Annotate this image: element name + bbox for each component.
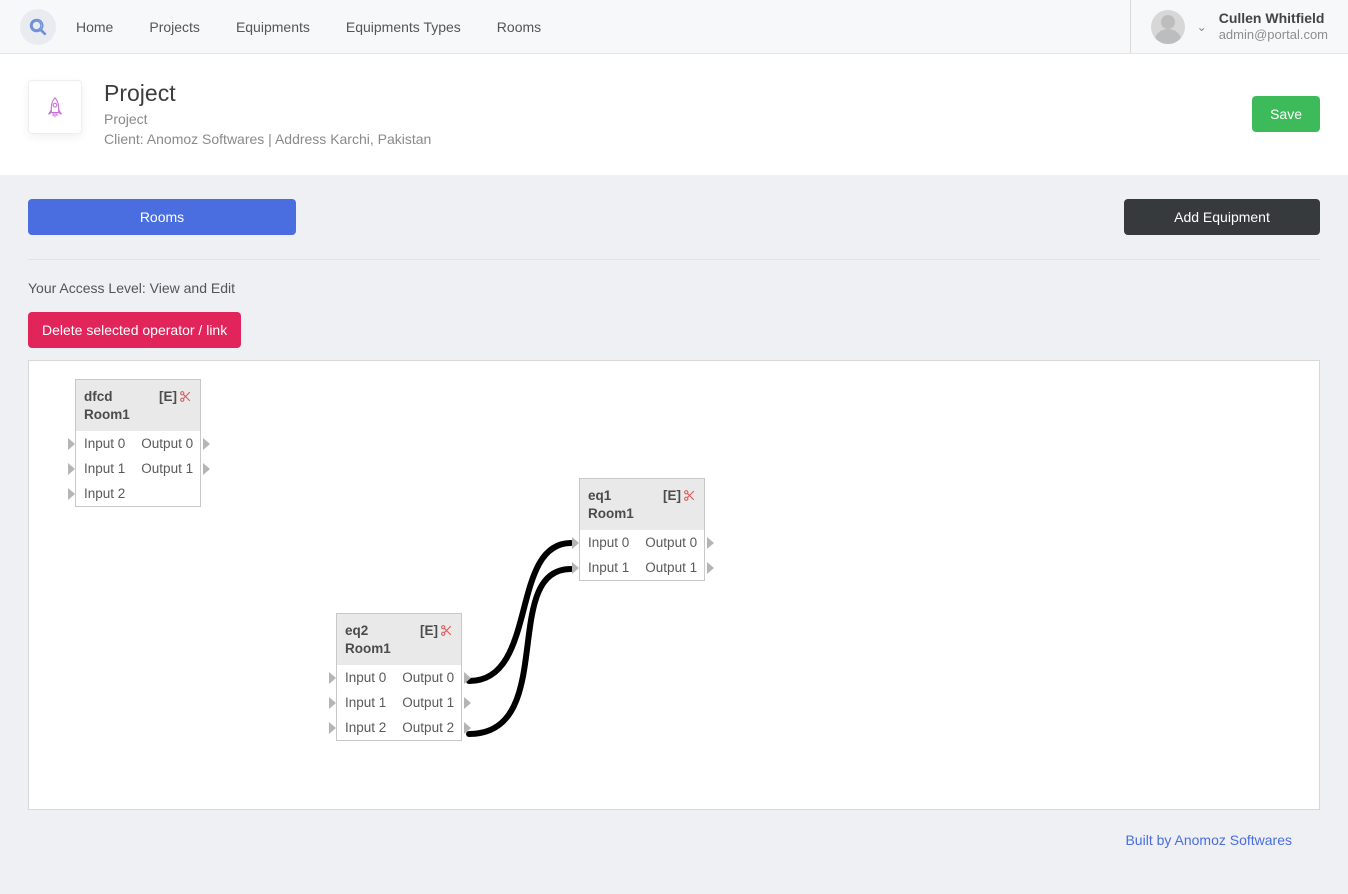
port-arrow-icon bbox=[572, 537, 579, 549]
port-arrow-icon bbox=[329, 697, 336, 709]
operator-body: Input 0Input 1Input 2Output 0Output 1Out… bbox=[337, 665, 461, 740]
input-port[interactable]: Input 0 bbox=[76, 431, 133, 456]
port-arrow-icon bbox=[464, 722, 471, 734]
output-port[interactable]: Output 1 bbox=[637, 555, 705, 580]
input-port[interactable]: Input 1 bbox=[337, 690, 394, 715]
input-port[interactable]: Input 1 bbox=[580, 555, 637, 580]
input-port[interactable]: Input 2 bbox=[76, 481, 133, 506]
rocket-icon bbox=[44, 93, 66, 121]
operator-room: Room1 bbox=[84, 406, 159, 424]
operator-header[interactable]: eq1 Room1[E] bbox=[580, 479, 704, 530]
operator-name: eq1 bbox=[588, 488, 611, 503]
footer-link[interactable]: Built by Anomoz Softwares bbox=[1125, 832, 1292, 848]
search-icon bbox=[29, 18, 47, 36]
body-area: Rooms Add Equipment Your Access Level: V… bbox=[0, 175, 1348, 894]
action-row: Rooms Add Equipment bbox=[28, 199, 1320, 235]
operator-header[interactable]: eq2 Room1[E] bbox=[337, 614, 461, 665]
port-arrow-icon bbox=[464, 672, 471, 684]
output-port[interactable]: Output 1 bbox=[133, 456, 201, 481]
user-text: Cullen Whitfield admin@portal.com bbox=[1219, 10, 1328, 42]
user-name: Cullen Whitfield bbox=[1219, 10, 1328, 27]
nav-link-equipments-types[interactable]: Equipments Types bbox=[346, 19, 461, 35]
page-client: Client: Anomoz Softwares | Address Karch… bbox=[104, 131, 431, 147]
input-port[interactable]: Input 1 bbox=[76, 456, 133, 481]
nav-user-area[interactable]: ⌄ Cullen Whitfield admin@portal.com bbox=[1130, 0, 1328, 53]
operator-header[interactable]: dfcd Room1[E] bbox=[76, 380, 200, 431]
port-arrow-icon bbox=[329, 672, 336, 684]
edit-link[interactable]: [E] bbox=[159, 388, 177, 406]
operator-name: eq2 bbox=[345, 623, 368, 638]
divider bbox=[28, 259, 1320, 260]
page-subtitle: Project bbox=[104, 111, 431, 127]
top-navigation: Home Projects Equipments Equipments Type… bbox=[0, 0, 1348, 54]
port-arrow-icon bbox=[572, 562, 579, 574]
port-arrow-icon bbox=[707, 537, 714, 549]
page-title: Project bbox=[104, 80, 431, 107]
port-arrow-icon bbox=[464, 697, 471, 709]
output-port[interactable]: Output 0 bbox=[637, 530, 705, 555]
save-button[interactable]: Save bbox=[1252, 96, 1320, 132]
nav-link-home[interactable]: Home bbox=[76, 19, 113, 35]
delete-selected-button[interactable]: Delete selected operator / link bbox=[28, 312, 241, 348]
operator-room: Room1 bbox=[588, 505, 663, 523]
port-arrow-icon bbox=[68, 488, 75, 500]
avatar bbox=[1151, 10, 1185, 44]
output-port[interactable]: Output 0 bbox=[394, 665, 462, 690]
operator-eq2[interactable]: eq2 Room1[E] Input 0Input 1Input 2Output 0… bbox=[336, 613, 462, 741]
port-arrow-icon bbox=[203, 463, 210, 475]
access-level: Your Access Level: View and Edit bbox=[28, 280, 1320, 296]
port-arrow-icon bbox=[329, 722, 336, 734]
nav-links: Home Projects Equipments Equipments Type… bbox=[76, 19, 541, 35]
edit-link[interactable]: [E] bbox=[663, 487, 681, 505]
input-port[interactable]: Input 2 bbox=[337, 715, 394, 740]
input-port[interactable]: Input 0 bbox=[337, 665, 394, 690]
operator-room: Room1 bbox=[345, 640, 420, 658]
rooms-button[interactable]: Rooms bbox=[28, 199, 296, 235]
port-arrow-icon bbox=[68, 463, 75, 475]
nav-link-rooms[interactable]: Rooms bbox=[497, 19, 541, 35]
operator-body: Input 0Input 1Input 2Output 0Output 1 bbox=[76, 431, 200, 506]
operator-eq1[interactable]: eq1 Room1[E] Input 0Input 1Output 0Output … bbox=[579, 478, 705, 581]
connections bbox=[29, 361, 1320, 810]
port-arrow-icon bbox=[707, 562, 714, 574]
port-arrow-icon bbox=[68, 438, 75, 450]
nav-link-equipments[interactable]: Equipments bbox=[236, 19, 310, 35]
cut-icon[interactable] bbox=[683, 489, 696, 502]
nav-link-projects[interactable]: Projects bbox=[149, 19, 200, 35]
output-port[interactable]: Output 2 bbox=[394, 715, 462, 740]
operator-name: dfcd bbox=[84, 389, 113, 404]
output-port[interactable]: Output 1 bbox=[394, 690, 462, 715]
edit-link[interactable]: [E] bbox=[420, 622, 438, 640]
user-email: admin@portal.com bbox=[1219, 27, 1328, 43]
footer: Built by Anomoz Softwares bbox=[28, 810, 1320, 870]
add-equipment-button[interactable]: Add Equipment bbox=[1124, 199, 1320, 235]
cut-icon[interactable] bbox=[179, 390, 192, 403]
flowchart-canvas[interactable]: dfcdRoom1[E]Input 0Input 1Input 2Output … bbox=[28, 360, 1320, 810]
chevron-down-icon: ⌄ bbox=[1197, 20, 1207, 34]
header-text-block: Project Project Client: Anomoz Softwares… bbox=[104, 80, 431, 147]
output-port[interactable]: Output 0 bbox=[133, 431, 201, 456]
project-icon-box bbox=[28, 80, 82, 134]
search-button[interactable] bbox=[20, 9, 56, 45]
operator-dfcd[interactable]: dfcd Room1[E] Input 0Input 1Input 2Output … bbox=[75, 379, 201, 507]
cut-icon[interactable] bbox=[440, 624, 453, 637]
input-port[interactable]: Input 0 bbox=[580, 530, 637, 555]
port-arrow-icon bbox=[203, 438, 210, 450]
page-header: Project Project Client: Anomoz Softwares… bbox=[0, 54, 1348, 175]
operator-body: Input 0Input 1Output 0Output 1 bbox=[580, 530, 704, 580]
